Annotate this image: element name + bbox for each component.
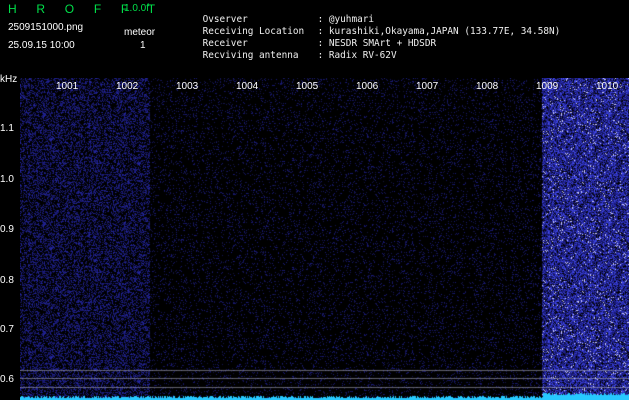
x-tick-label: 1005 — [296, 81, 319, 92]
hroft-window: H R O F F T 1.0.0f 2509151000.png meteor… — [0, 0, 629, 400]
y-tick-label: 0.7 — [0, 324, 14, 335]
info-row-antenna: Recviving antenna : Radix RV-62V — [180, 39, 397, 72]
info-key: Recviving antenna — [202, 50, 299, 61]
x-tick-label: 1001 — [56, 81, 79, 92]
x-tick-label: 1004 — [236, 81, 259, 92]
x-tick-label: 1010 — [596, 81, 619, 92]
x-tick-label: 1006 — [356, 81, 379, 92]
x-tick-label: 1002 — [116, 81, 139, 92]
x-tick-label: 1008 — [476, 81, 499, 92]
image-filename: 2509151000.png — [8, 22, 84, 33]
info-value: : Radix RV-62V — [317, 50, 397, 61]
frequency-unit-label: kHz — [0, 74, 18, 85]
x-tick-label: 1003 — [176, 81, 199, 92]
y-tick-label: 0.8 — [0, 275, 14, 286]
y-tick-label: 1.1 — [0, 123, 14, 134]
spectrogram — [20, 78, 629, 400]
mode-label: meteor — [124, 27, 156, 38]
y-tick-label: 1.0 — [0, 174, 14, 185]
y-tick-label: 0.6 — [0, 374, 14, 385]
x-tick-label: 1007 — [416, 81, 439, 92]
detection-count: 1 — [140, 40, 146, 51]
capture-datetime: 25.09.15 10:00 — [8, 40, 75, 51]
x-tick-label: 1009 — [536, 81, 559, 92]
app-version: 1.0.0f — [124, 3, 150, 14]
y-tick-label: 0.9 — [0, 224, 14, 235]
